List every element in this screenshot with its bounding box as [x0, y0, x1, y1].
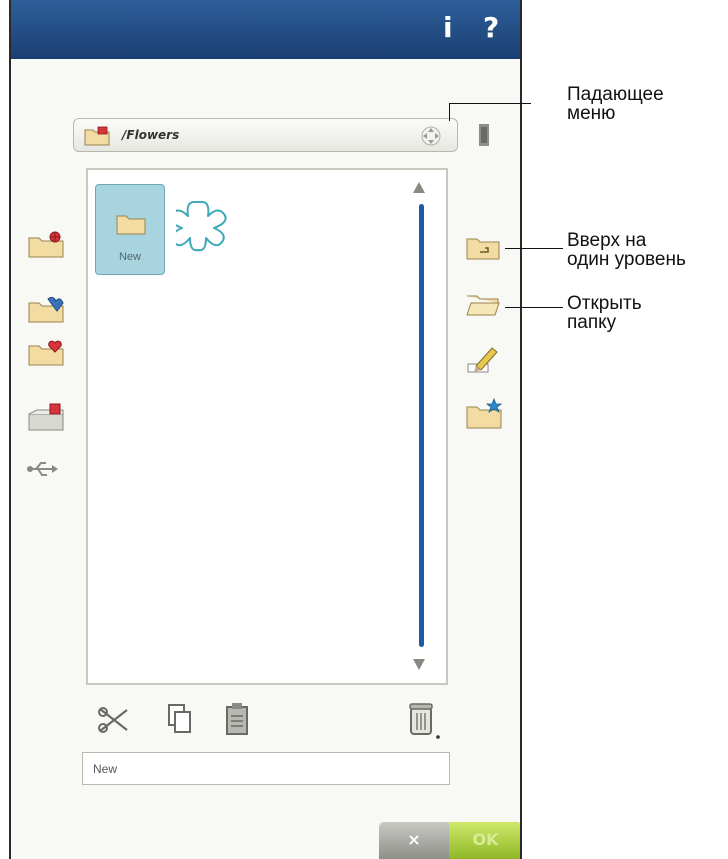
title-bar: i ?	[11, 0, 520, 59]
folder-dropdown[interactable]: /Flowers	[73, 118, 458, 152]
personal-designs-folder-icon[interactable]	[28, 230, 64, 258]
callout-line-dropdown	[449, 103, 531, 104]
open-folder-icon[interactable]	[466, 292, 500, 316]
folder-icon	[84, 126, 110, 146]
cancel-label: ×	[407, 830, 421, 849]
info-button[interactable]: i	[443, 10, 453, 46]
help-button[interactable]: ?	[483, 10, 499, 46]
folder-label: New	[118, 251, 141, 263]
current-path: /Flowers	[122, 128, 180, 142]
ok-label: OK	[472, 830, 499, 849]
cancel-button[interactable]: ×	[379, 822, 449, 859]
personal-files-folder-icon[interactable]	[28, 402, 64, 432]
callout-line-up	[505, 248, 563, 249]
toggle-view-icon[interactable]	[478, 124, 490, 146]
scrollbar[interactable]	[419, 204, 424, 647]
callout-dropdown: Падающее меню	[567, 84, 664, 124]
folder-item[interactable]: New	[95, 184, 165, 275]
copy-icon[interactable]	[167, 703, 193, 735]
personal-stitches-folder-icon[interactable]	[28, 338, 64, 366]
file-list[interactable]: New	[86, 168, 448, 685]
new-folder-icon[interactable]	[466, 398, 504, 430]
paste-icon[interactable]	[225, 702, 249, 736]
callout-line-open	[505, 307, 563, 308]
file-name-field[interactable]: New	[82, 752, 450, 785]
up-one-level-icon[interactable]	[466, 234, 500, 260]
scroll-up-arrow[interactable]	[413, 182, 425, 193]
folder-icon	[116, 215, 146, 235]
callout-tick-dropdown	[449, 103, 450, 121]
file-manager-window: i ? /Flowers New New × OK	[9, 0, 522, 859]
built-in-designs-folder-icon[interactable]	[28, 295, 64, 323]
delete-icon[interactable]	[408, 700, 442, 740]
rename-icon[interactable]	[466, 344, 500, 374]
flower-design-icon[interactable]	[176, 200, 228, 252]
ok-button[interactable]: OK	[449, 822, 520, 859]
callout-open-folder: Открыть папку	[567, 293, 642, 333]
scroll-down-arrow[interactable]	[413, 659, 425, 670]
callout-up-one-level: Вверх на один уровень	[567, 230, 686, 270]
usb-icon[interactable]	[26, 460, 60, 478]
cut-icon[interactable]	[97, 706, 133, 734]
dropdown-arrows-icon[interactable]	[420, 125, 442, 147]
